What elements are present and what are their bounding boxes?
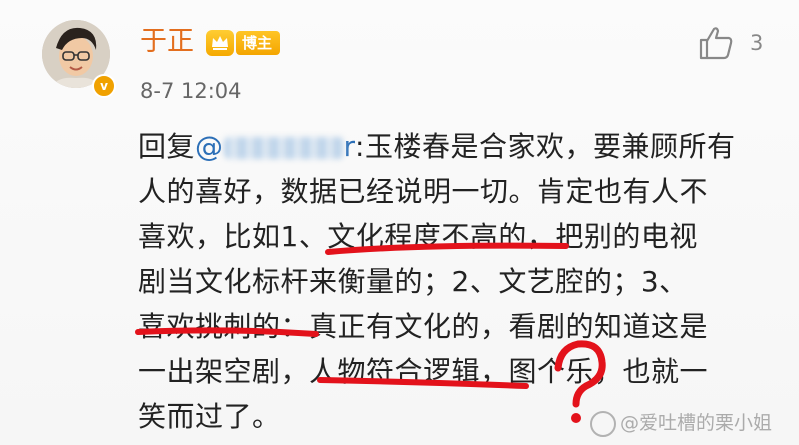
comment-line-5: 喜欢挑刺的：真正有文化的，看剧的知道这是 [138,310,709,343]
role-badge-label: 博主 [236,31,281,55]
username[interactable]: 于正 [140,24,194,60]
like-count: 3 [750,31,764,55]
comment-body: 回复@ r:玉楼春是合家欢，要兼顾所有 人的喜好，数据已经说明一切。肯定也有人不 … [138,124,778,439]
mention-at: @ [195,130,224,163]
blurred-username [223,137,344,159]
mention-tail: r [343,130,356,163]
role-badge: 博主 [206,30,281,56]
watermark: @爱吐槽的栗小姐 [590,408,772,437]
comment-line-6: 一出架空剧，人物符合逻辑，图个乐，也就一 [138,355,709,388]
reply-prefix: 回复 [138,130,196,163]
post-timestamp: 8-7 12:04 [140,79,242,103]
comment-line-2: 人的喜好，数据已经说明一切。肯定也有人不 [138,175,709,208]
mention-link[interactable]: @ r [195,130,355,163]
comment-text-line-1: :玉楼春是合家欢，要兼顾所有 [355,130,736,163]
comment-line-1: 回复@ r:玉楼春是合家欢，要兼顾所有 [138,124,778,169]
watermark-text: @爱吐槽的栗小姐 [620,412,773,434]
comment-line-3: 喜欢，比如1、文化程度不高的，把别的电视 [138,220,698,253]
crown-icon [206,30,234,56]
weibo-comment-screenshot: v 于正 博主 8-7 12:04 3 回复@ r:玉楼春是合家欢，要兼顾所有 人… [0,0,799,445]
weibo-logo-icon [590,410,616,437]
like-button[interactable]: 3 [698,26,763,60]
thumbs-up-icon [699,27,733,60]
comment-line-4: 剧当文化标杆来衡量的；2、文艺腔的；3、 [138,265,688,298]
verified-v-icon: v [92,74,116,98]
